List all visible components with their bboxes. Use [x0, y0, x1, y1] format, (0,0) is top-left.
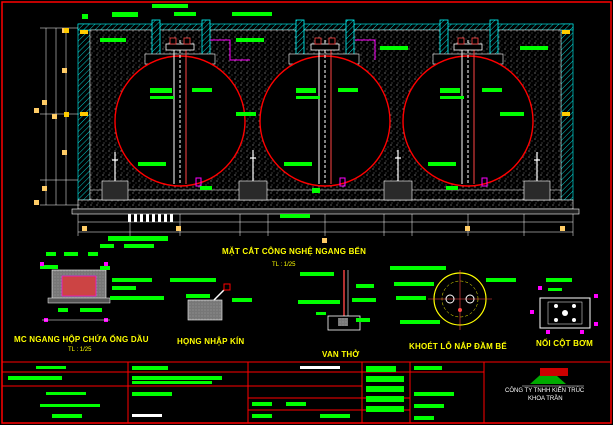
- company-name-line2: KHOA TRẦN: [528, 396, 563, 402]
- detail-pipe-box: [40, 252, 164, 322]
- drawing-sheet: [1, 1, 612, 424]
- detail-scale-pipe-box: TL : 1/25: [68, 347, 92, 353]
- detail-title-breather-valve: VAN THỞ: [322, 350, 360, 359]
- company-logo-icon: [522, 368, 584, 387]
- detail-cover-opening: [390, 266, 516, 330]
- detail-pump-joint: [530, 278, 598, 334]
- main-section-title: MẶT CẮT CÔNG NGHỆ NGANG BỂN: [222, 247, 367, 256]
- company-name-line1: CÔNG TY TNHH KIẾN TRÚC: [505, 388, 585, 394]
- main-section-scale: TL : 1/25: [272, 262, 296, 268]
- base-slab: [77, 199, 574, 210]
- detail-title-sealed-inlet: HỌNG NHẬP KÍN: [177, 337, 245, 346]
- lean-concrete: [71, 208, 580, 215]
- left-dimensions: [40, 27, 78, 206]
- section-scale-bar: [128, 214, 173, 222]
- tanks: [114, 55, 534, 187]
- detail-title-cover-opening: KHOÉT LỖ NẮP ĐẦM BỂ: [409, 342, 507, 351]
- title-block-fields: [8, 366, 454, 420]
- detail-breather-valve: [298, 270, 376, 331]
- main-section: [34, 4, 580, 248]
- detail-title-pipe-box: MC NGANG HỘP CHỨA ỐNG DẦU: [14, 335, 149, 344]
- detail-sealed-inlet: [170, 278, 252, 321]
- title-block-white-marks: [132, 366, 340, 417]
- detail-title-pump-joint: NỐI CỘT BƠM: [536, 339, 594, 348]
- left-dim-ticks: [34, 28, 67, 205]
